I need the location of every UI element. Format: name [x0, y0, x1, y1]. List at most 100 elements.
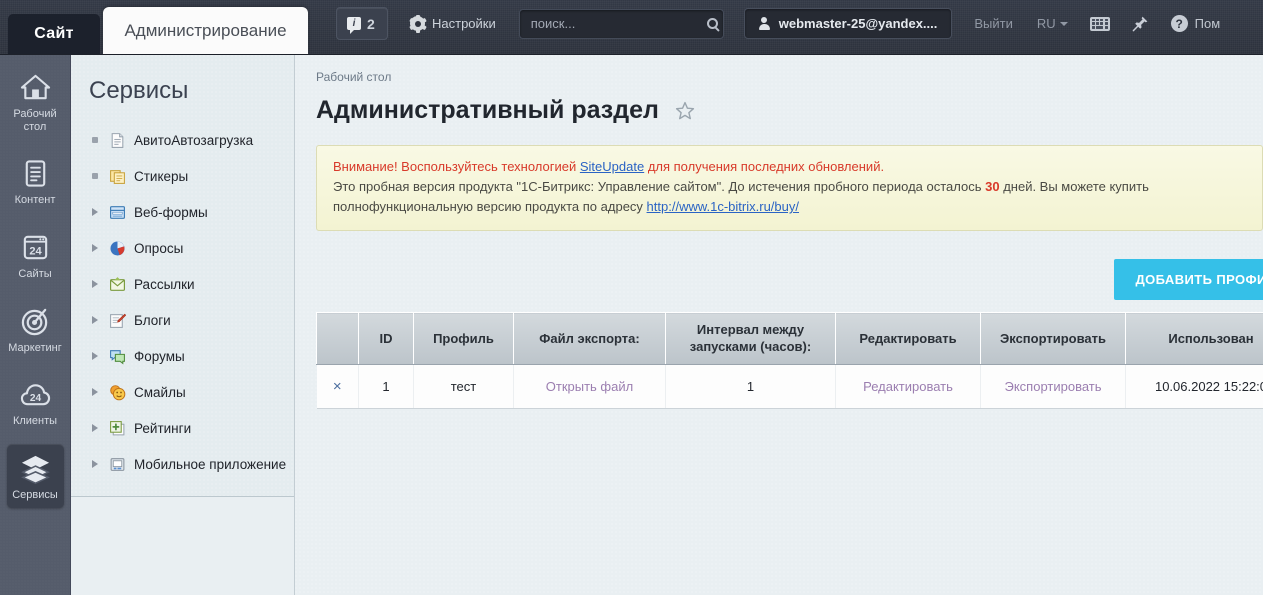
edit-link[interactable]: Редактировать	[863, 379, 953, 394]
top-header-bar: Сайт Администрирование i 2 Настройки web…	[0, 0, 1263, 55]
svg-text:24: 24	[29, 245, 42, 257]
gear-icon	[410, 16, 425, 31]
pin-icon[interactable]	[1132, 15, 1149, 32]
service-item-label: Опросы	[134, 241, 183, 256]
table-row[interactable]: × 1 тест Открыть файл 1 Редактировать Эк…	[317, 364, 1263, 408]
rating-plus-icon	[109, 420, 126, 437]
pie-chart-icon	[109, 240, 126, 257]
tab-site[interactable]: Сайт	[8, 14, 100, 54]
notice-line1-suffix: для получения последних обновлений.	[644, 159, 884, 174]
service-item-smiles[interactable]: Смайлы	[89, 374, 295, 410]
service-item-label: Мобильное приложение	[134, 457, 286, 472]
help-button[interactable]: ? Пом	[1171, 15, 1221, 32]
service-item-polls[interactable]: Опросы	[89, 230, 295, 266]
sidebar-item-clients[interactable]: 24 Клиенты	[7, 370, 64, 435]
square-marker-icon	[89, 173, 101, 179]
notifications-badge-button[interactable]: i 2	[336, 7, 388, 40]
user-menu-button[interactable]: webmaster-25@yandex....	[744, 8, 953, 39]
service-item-mailings[interactable]: Рассылки	[89, 266, 295, 302]
profiles-table: ID Профиль Файл экспорта: Интервал между…	[316, 312, 1263, 409]
cell-delete[interactable]: ×	[317, 364, 359, 408]
th-id[interactable]: ID	[359, 313, 414, 365]
chevron-down-icon	[1060, 22, 1068, 26]
service-item-avito[interactable]: АвитоАвтозагрузка	[89, 122, 295, 158]
sidebar-item-services[interactable]: Сервисы	[7, 444, 64, 509]
sidebar-item-content[interactable]: Контент	[7, 149, 64, 214]
notice-line-2: Это пробная версия продукта "1С-Битрикс:…	[333, 177, 1246, 197]
notice-line3-prefix: полнофункциональную версию продукта по а…	[333, 199, 647, 214]
expand-arrow-icon[interactable]	[89, 244, 101, 252]
service-item-webforms[interactable]: Веб-формы	[89, 194, 295, 230]
th-export-file[interactable]: Файл экспорта:	[514, 313, 666, 365]
cell-export: Экспортировать	[981, 364, 1126, 408]
th-interval[interactable]: Интервал между запусками (часов):	[666, 313, 836, 365]
delete-row-icon[interactable]: ×	[333, 378, 342, 395]
cell-export-file: Открыть файл	[514, 364, 666, 408]
export-link[interactable]: Экспортировать	[1005, 379, 1102, 394]
svg-text:24: 24	[29, 393, 41, 404]
sidebar-item-desktop[interactable]: Рабочий стол	[7, 63, 64, 140]
breadcrumb[interactable]: Рабочий стол	[316, 70, 1263, 84]
trial-days-left: 30	[985, 179, 999, 194]
service-item-label: Веб-формы	[134, 205, 208, 220]
siteupdate-link[interactable]: SiteUpdate	[580, 159, 644, 174]
calendar-24-icon: 24	[20, 232, 51, 263]
tab-administration[interactable]: Администрирование	[103, 7, 308, 54]
settings-button[interactable]: Настройки	[410, 16, 496, 31]
sidebar-item-label: Маркетинг	[8, 342, 61, 355]
notice-line-3: полнофункциональную версию продукта по а…	[333, 197, 1246, 217]
user-name-label: webmaster-25@yandex....	[779, 16, 938, 31]
expand-arrow-icon[interactable]	[89, 352, 101, 360]
profiles-table-wrapper: ID Профиль Файл экспорта: Интервал между…	[316, 312, 1263, 409]
envelope-icon	[109, 276, 126, 293]
service-item-mobile-app[interactable]: Мобильное приложение	[89, 446, 295, 482]
search-icon[interactable]	[707, 18, 718, 29]
page-title-row: Административный раздел	[316, 96, 1263, 125]
target-icon	[20, 306, 51, 337]
cell-edit: Редактировать	[836, 364, 981, 408]
open-file-link[interactable]: Открыть файл	[546, 379, 633, 394]
expand-arrow-icon[interactable]	[89, 460, 101, 468]
th-select[interactable]	[317, 313, 359, 365]
expand-arrow-icon[interactable]	[89, 424, 101, 432]
sidebar-item-label: Рабочий стол	[9, 108, 62, 133]
cell-used: 10.06.2022 15:22:0	[1126, 364, 1263, 408]
search-input[interactable]	[531, 16, 707, 31]
square-marker-icon	[89, 137, 101, 143]
question-circle-icon: ?	[1171, 15, 1188, 32]
expand-arrow-icon[interactable]	[89, 208, 101, 216]
add-profile-button[interactable]: ДОБАВИТЬ ПРОФИЛЬ	[1114, 259, 1263, 300]
sticky-notes-icon	[109, 168, 126, 185]
home-icon	[20, 72, 51, 103]
sidebar-item-marketing[interactable]: Маркетинг	[7, 297, 64, 362]
expand-arrow-icon[interactable]	[89, 280, 101, 288]
service-item-label: Блоги	[134, 313, 171, 328]
left-nav-rail: Рабочий стол Контент 24 Сайты Маркетинг	[0, 55, 71, 595]
trial-notice: Внимание! Воспользуйтесь технологией Sit…	[316, 145, 1263, 231]
layers-icon	[20, 453, 51, 484]
service-item-ratings[interactable]: Рейтинги	[89, 410, 295, 446]
forum-bubbles-icon	[109, 348, 126, 365]
service-item-stickers[interactable]: Стикеры	[89, 158, 295, 194]
star-icon[interactable]	[675, 101, 695, 121]
notice-line-1: Внимание! Воспользуйтесь технологией Sit…	[333, 157, 1246, 177]
th-edit[interactable]: Редактировать	[836, 313, 981, 365]
sidebar-item-label: Сайты	[18, 268, 51, 281]
th-used[interactable]: Использован	[1126, 313, 1263, 365]
th-profile[interactable]: Профиль	[414, 313, 514, 365]
mobile-app-icon	[109, 456, 126, 473]
service-item-forums[interactable]: Форумы	[89, 338, 295, 374]
language-selector[interactable]: RU	[1037, 16, 1068, 31]
search-box[interactable]	[519, 9, 724, 39]
expand-arrow-icon[interactable]	[89, 316, 101, 324]
expand-arrow-icon[interactable]	[89, 388, 101, 396]
sidebar-item-sites[interactable]: 24 Сайты	[7, 223, 64, 288]
service-item-label: Рейтинги	[134, 421, 191, 436]
service-item-blogs[interactable]: Блоги	[89, 302, 295, 338]
buy-link[interactable]: http://www.1c-bitrix.ru/buy/	[647, 199, 799, 214]
cell-interval: 1	[666, 364, 836, 408]
page-icon	[109, 132, 126, 149]
th-export[interactable]: Экспортировать	[981, 313, 1126, 365]
keyboard-icon[interactable]	[1090, 17, 1110, 31]
logout-button[interactable]: Выйти	[974, 16, 1013, 31]
